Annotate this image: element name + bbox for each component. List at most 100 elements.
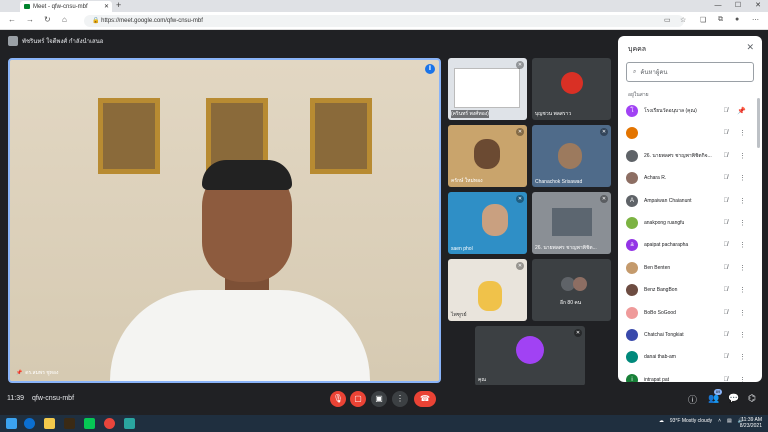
home-icon[interactable]: ⌂ [62,15,67,24]
participant-row[interactable]: a apaipat pacharapha 🎙̸ ⋮ [618,234,762,256]
mic-off-icon: 🎙̸ [723,108,729,114]
participant-video [552,208,592,236]
collections-icon[interactable]: ❏ [700,16,706,24]
participant-name: ไพฑูรย์ [451,312,467,318]
participant-row[interactable]: โ โรงเรียนวัดอนุบาล (คุณ) 🎙̸ 📌 [618,100,762,122]
participant-tile[interactable]: ✕ ครักษ์ ใหม่ทอง [448,125,527,187]
participant-row[interactable]: A Ampaiwan Chaianunt 🎙̸ ⋮ [618,190,762,212]
more-vert-icon[interactable]: ⋮ [739,376,746,382]
participant-row[interactable]: i intrapat pat 🎙̸ ⋮ [618,369,762,382]
chrome-app-icon[interactable] [104,418,115,429]
back-arrow-icon[interactable]: ← [8,15,16,24]
file-explorer-icon[interactable] [44,418,55,429]
more-vert-icon[interactable]: ⋮ [739,152,746,160]
camera-in-use-icon[interactable]: ▭ [664,16,671,24]
participant-tile[interactable]: ✕ (ครินทร์ พงศ์ทอง) [448,58,527,120]
minimize-icon[interactable]: — [708,0,728,12]
maximize-icon[interactable]: ☐ [728,0,748,12]
participant-avatar: A [626,194,638,207]
more-participants-tile[interactable]: อีก 80 คน [532,259,611,321]
more-vert-icon[interactable]: ⋮ [739,331,746,339]
pin-icon[interactable]: 📌 [16,370,22,376]
participant-row[interactable]: Benz BangBon 🎙̸ ⋮ [618,279,762,301]
participant-avatar [573,276,587,291]
more-vert-icon[interactable]: 📌 [737,107,746,115]
more-vert-icon[interactable]: ⋮ [739,219,746,227]
browser-menu-icon[interactable]: ⋯ [752,16,759,24]
search-people-input[interactable]: ⌕ ค้นหาผู้คน [626,62,754,82]
profile-avatar-icon[interactable]: ● [735,16,739,23]
activities-icon[interactable]: ⌬ [748,393,756,404]
participant-avatar: a [626,239,638,252]
lock-icon: 🔒 [92,18,100,24]
participant-name: 26. นายพลศร ชาญพาพิชิตกิจ... [644,152,712,159]
mic-off-icon: ✕ [516,262,524,270]
participant-row[interactable]: BoBo SoGood 🎙̸ ⋮ [618,302,762,324]
participant-row[interactable]: Chatchai Tongkiat 🎙̸ ⋮ [618,324,762,346]
more-vert-icon[interactable]: ⋮ [739,309,746,317]
more-vert-icon[interactable]: ⋮ [739,241,746,249]
more-vert-icon[interactable]: ⋮ [739,197,746,205]
meeting-details-icon[interactable]: ⓘ [688,393,697,406]
participant-row[interactable]: danai thab-am 🎙̸ ⋮ [618,346,762,368]
more-vert-icon[interactable]: ⋮ [739,174,746,182]
line-app-icon[interactable] [84,418,95,429]
participant-tile[interactable]: บุญชวน พลสราว [532,58,611,120]
participant-tile[interactable]: ✕ 26. นายพลศร ชาญพาพิชิต... [532,192,611,254]
speaking-indicator-icon: ⦀ [425,64,435,74]
self-view-tile[interactable]: ✕ คุณ [475,326,585,386]
leave-call-button[interactable]: ☎ [414,391,436,407]
mic-off-icon: 🎙̸ [723,332,729,338]
illustrator-app-icon[interactable] [64,418,75,429]
participant-row[interactable]: 26. นายพลศร ชาญพาพิชิตกิจ... 🎙̸ ⋮ [618,145,762,167]
close-panel-icon[interactable]: ✕ [746,42,754,53]
mic-off-icon: 🎙̸ [723,197,729,204]
more-options-button[interactable]: ⋮ [392,391,408,407]
participant-tile[interactable]: ✕ ไพฑูรย์ [448,259,527,321]
main-video-tile[interactable]: ⦀ 📌 ดร.สมพร ชูทอง [8,58,441,383]
close-tab-icon[interactable]: ✕ [104,3,109,10]
meet-app-icon[interactable] [124,418,135,429]
camera-off-button[interactable]: ▢ [350,391,366,407]
mic-off-button[interactable]: 🎙 [330,391,346,407]
reload-icon[interactable]: ↻ [44,15,51,24]
more-vert-icon[interactable]: ⋮ [739,286,746,294]
favorite-star-icon[interactable]: ☆ [680,16,686,24]
participant-row[interactable]: Achara R. 🎙̸ ⋮ [618,167,762,189]
edge-app-icon[interactable] [24,418,35,429]
network-icon[interactable]: ▤ [727,418,732,424]
wall-portrait [310,98,372,174]
participant-row[interactable]: 🎙̸ ⋮ [618,122,762,144]
extensions-icon[interactable]: ⧉ [718,16,723,24]
more-vert-icon[interactable]: ⋮ [739,353,746,361]
participant-row[interactable]: Ben Benten 🎙̸ ⋮ [618,257,762,279]
participant-tile[interactable]: ✕ Chanachok Srisawad [532,125,611,187]
chat-icon[interactable]: 💬 [728,393,739,404]
participant-video [558,143,582,169]
mic-off-icon: ✕ [600,128,608,136]
mic-off-icon: ✕ [574,329,582,337]
participant-video [478,281,502,311]
taskbar-clock[interactable]: 11:39 AM 8/23/2021 [740,417,762,429]
forward-arrow-icon[interactable]: → [26,15,34,24]
new-tab-button[interactable]: + [116,0,121,10]
participant-row[interactable]: anakpong ruangfu 🎙̸ ⋮ [618,212,762,234]
close-window-icon[interactable]: ✕ [748,0,768,12]
participant-name: Chatchai Tongkiat [644,332,684,338]
participant-avatar [626,351,638,364]
browser-tab[interactable]: Meet - qfw-cnsu-mbf ✕ [20,1,112,12]
weather-text[interactable]: 93°F Mostly cloudy [670,418,712,424]
participant-video [474,139,500,169]
chevron-up-icon[interactable]: ˄ [718,418,721,424]
start-windows-icon[interactable] [6,418,17,429]
url-field[interactable]: 🔒 https://meet.google.com/qfw-cnsu-mbf [84,15,684,27]
clock-date: 8/23/2021 [739,423,762,429]
participant-tile[interactable]: ✕ saen phol [448,192,527,254]
mic-off-icon: 🎙̸ [723,152,729,159]
participant-name: โรงเรียนวัดอนุบาล (คุณ) [644,108,697,114]
more-participants-label: อีก 80 คน [560,300,582,306]
mic-off-icon: 🎙̸ [723,354,729,361]
more-vert-icon[interactable]: ⋮ [739,129,746,137]
present-screen-button[interactable]: ▣ [371,391,387,407]
more-vert-icon[interactable]: ⋮ [739,264,746,272]
